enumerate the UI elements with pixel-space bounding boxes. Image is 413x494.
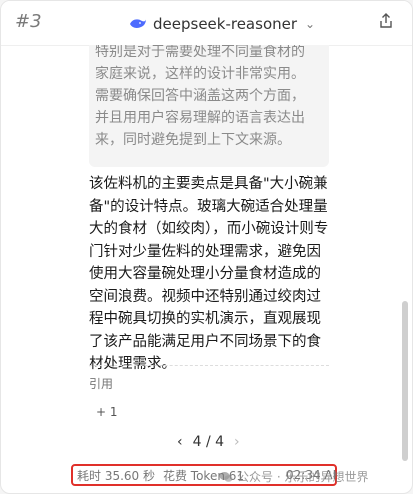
citations-more-button[interactable]: + 1 bbox=[96, 405, 118, 419]
reasoning-text: 特别是对于需要处理不同量食材的家庭来说，这样的设计非常实用。需要确保回答中涵盖这… bbox=[95, 45, 305, 148]
conversation-id: #3 bbox=[15, 11, 42, 32]
watermark-text: 公众号 · 乐乐的异想世界 bbox=[237, 470, 369, 484]
watermark: 公众号 · 乐乐的异想世界 bbox=[219, 468, 368, 485]
citations-label: 引用 bbox=[89, 377, 114, 391]
chat-window: #3 deepseek-reasoner ⌄ 特别是对于需要处理不同量食材的家庭… bbox=[0, 0, 413, 494]
wechat-icon bbox=[219, 471, 233, 482]
share-icon[interactable] bbox=[378, 13, 394, 29]
header: #3 deepseek-reasoner ⌄ bbox=[1, 1, 412, 46]
chevron-down-icon: ⌄ bbox=[305, 17, 316, 31]
page-indicator: 4 / 4 bbox=[192, 434, 225, 450]
answer-text: 该佐料机的主要卖点是具备"大小碗兼备"的设计特点。玻璃大碗适合处理量大的食材（如… bbox=[89, 176, 329, 372]
reasoning-block: 特别是对于需要处理不同量食材的家庭来说，这样的设计非常实用。需要确保回答中涵盖这… bbox=[89, 45, 329, 167]
pager: ‹ 4 / 4 › bbox=[177, 434, 240, 450]
model-selector[interactable]: deepseek-reasoner ⌄ bbox=[129, 13, 315, 35]
model-name: deepseek-reasoner bbox=[153, 15, 298, 33]
scrollbar[interactable] bbox=[402, 301, 408, 461]
next-page-button[interactable]: › bbox=[234, 434, 240, 450]
divider bbox=[89, 365, 329, 366]
message-area: 特别是对于需要处理不同量食材的家庭来说，这样的设计非常实用。需要确保回答中涵盖这… bbox=[1, 45, 404, 461]
whale-icon bbox=[130, 19, 146, 28]
duration: 耗时 35.60 秒 bbox=[77, 468, 155, 483]
prev-page-button[interactable]: ‹ bbox=[177, 434, 183, 450]
